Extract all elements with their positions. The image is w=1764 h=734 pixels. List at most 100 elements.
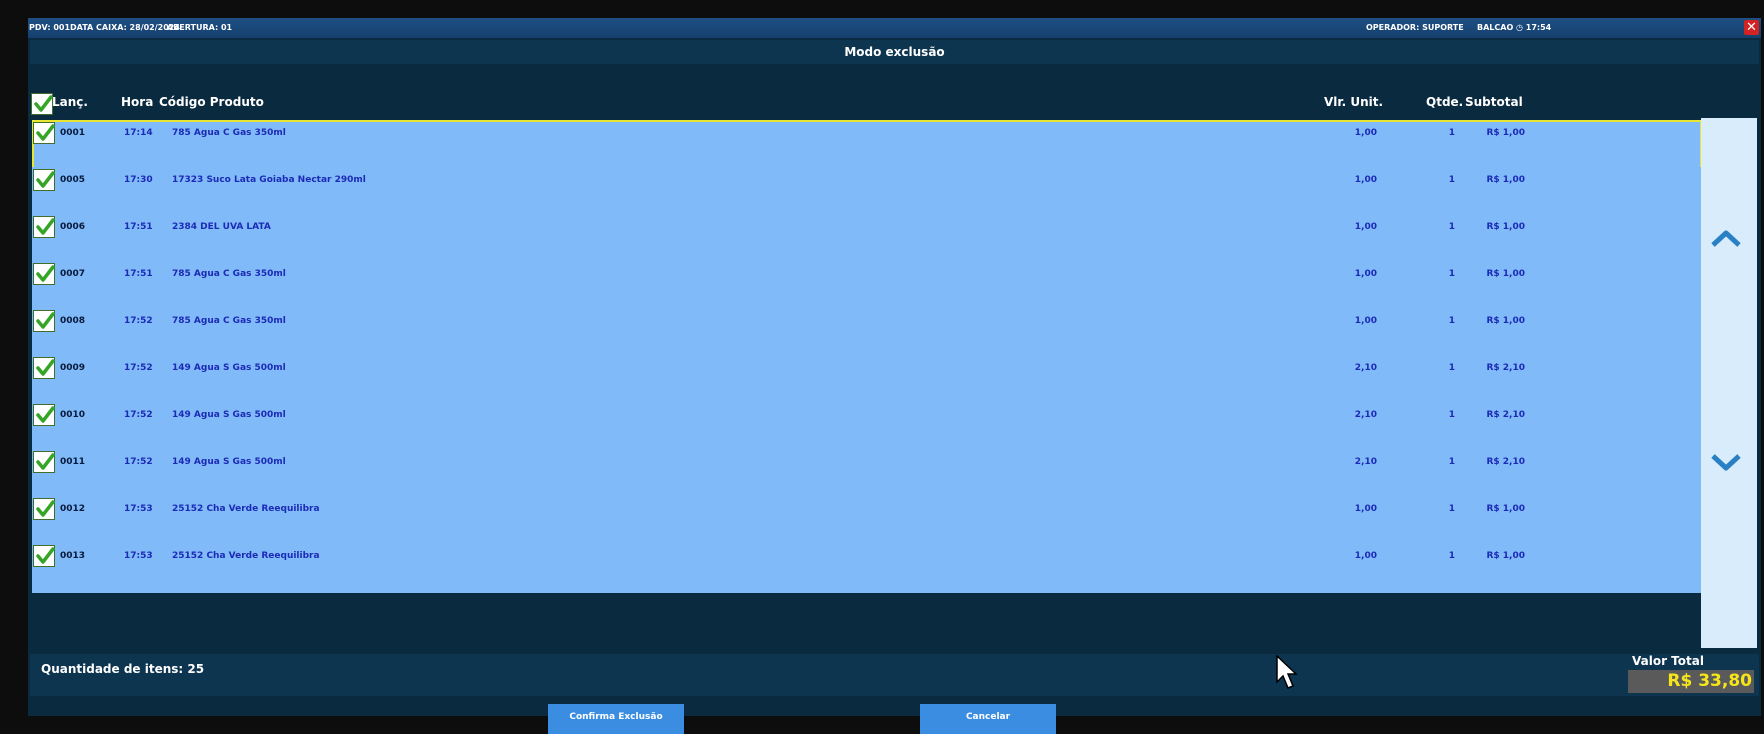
- row-checkbox[interactable]: [33, 310, 55, 332]
- scroll-down-icon[interactable]: [1710, 446, 1742, 478]
- table-row[interactable]: 0007 17:51 785 Agua C Gas 350ml 1,00 1 R$ 1,0…: [32, 261, 1702, 311]
- cell-sub: R$ 2,10: [1486, 410, 1525, 420]
- cell-sub: R$ 1,00: [1486, 269, 1525, 279]
- cell-hora: 17:52: [124, 316, 153, 326]
- cell-hora: 17:51: [124, 222, 153, 232]
- cell-lanc: 0010: [60, 410, 86, 420]
- cell-qtd: 1: [1448, 175, 1455, 185]
- footer-summary: Quantidade de itens: 25 Valor Total R$ 3…: [30, 654, 1759, 696]
- cell-codigo: 25152 Cha Verde Reequilibra: [172, 504, 320, 514]
- item-count: Quantidade de itens: 25: [41, 662, 205, 676]
- cell-codigo: 149 Agua S Gas 500ml: [172, 410, 286, 420]
- cell-qtd: 1: [1448, 363, 1455, 373]
- cell-vlr: 1,00: [1354, 175, 1377, 185]
- cell-hora: 17:52: [124, 410, 153, 420]
- cell-codigo: 785 Agua C Gas 350ml: [172, 316, 286, 326]
- cancel-button[interactable]: Cancelar: [920, 704, 1056, 734]
- table-row[interactable]: 0011 17:52 149 Agua S Gas 500ml 2,10 1 R$ 2,1…: [32, 449, 1702, 499]
- cell-codigo: 149 Agua S Gas 500ml: [172, 457, 286, 467]
- cell-vlr: 1,00: [1354, 128, 1377, 138]
- cell-codigo: 785 Agua C Gas 350ml: [172, 269, 286, 279]
- check-icon: [36, 171, 55, 188]
- table-row[interactable]: 0010 17:52 149 Agua S Gas 500ml 2,10 1 R$ 2,1…: [32, 402, 1702, 452]
- mouse-cursor-icon: [1276, 655, 1298, 689]
- check-icon: [36, 218, 55, 235]
- row-checkbox[interactable]: [33, 169, 55, 191]
- row-checkbox[interactable]: [33, 404, 55, 426]
- row-checkbox[interactable]: [33, 216, 55, 238]
- row-checkbox[interactable]: [33, 122, 55, 144]
- col-vlr-unit: Vlr. Unit.: [1324, 95, 1384, 109]
- exclusion-window: PDV: 001 DATA CAIXA: 28/02/2024 ABERTURA…: [28, 18, 1761, 734]
- table-row[interactable]: 0005 17:30 17323 Suco Lata Goiaba Nectar 2…: [32, 167, 1702, 217]
- cell-qtd: 1: [1448, 128, 1455, 138]
- cell-qtd: 1: [1448, 457, 1455, 467]
- cell-codigo: 25152 Cha Verde Reequilibra: [172, 551, 320, 561]
- cell-vlr: 1,00: [1354, 316, 1377, 326]
- cell-qtd: 1: [1448, 504, 1455, 514]
- total-label: Valor Total: [1632, 654, 1704, 668]
- cell-vlr: 2,10: [1354, 410, 1377, 420]
- row-checkbox[interactable]: [33, 498, 55, 520]
- pdv-label: PDV: 001: [29, 23, 71, 32]
- cell-lanc: 0013: [60, 551, 86, 561]
- cell-hora: 17:52: [124, 363, 153, 373]
- mode-title: Modo exclusão: [30, 40, 1759, 64]
- cell-sub: R$ 1,00: [1486, 128, 1525, 138]
- cell-vlr: 1,00: [1354, 504, 1377, 514]
- cell-qtd: 1: [1448, 269, 1455, 279]
- action-bar: Confirma Exclusão Cancelar: [28, 698, 1761, 734]
- cell-vlr: 1,00: [1354, 269, 1377, 279]
- check-icon: [36, 500, 55, 517]
- cell-lanc: 0007: [60, 269, 86, 279]
- check-icon: [36, 265, 55, 282]
- cell-sub: R$ 1,00: [1486, 222, 1525, 232]
- table-row[interactable]: 0001 17:14 785 Agua C Gas 350ml 1,00 1 R$ 1,0…: [32, 120, 1702, 170]
- row-checkbox[interactable]: [33, 451, 55, 473]
- table-row[interactable]: 0008 17:52 785 Agua C Gas 350ml 1,00 1 R$ 1,0…: [32, 308, 1702, 358]
- cell-hora: 17:52: [124, 457, 153, 467]
- cell-sub: R$ 1,00: [1486, 175, 1525, 185]
- table-row[interactable]: 0009 17:52 149 Agua S Gas 500ml 2,10 1 R$ 2,1…: [32, 355, 1702, 405]
- row-checkbox[interactable]: [33, 545, 55, 567]
- cell-sub: R$ 1,00: [1486, 551, 1525, 561]
- cell-qtd: 1: [1448, 222, 1455, 232]
- table-row[interactable]: 0006 17:51 2384 DEL UVA LATA 1,00 1 R$ 1,00: [32, 214, 1702, 264]
- cell-hora: 17:30: [124, 175, 153, 185]
- cell-codigo: 17323 Suco Lata Goiaba Nectar 290ml: [172, 175, 366, 185]
- cell-sub: R$ 1,00: [1486, 316, 1525, 326]
- cell-vlr: 1,00: [1354, 551, 1377, 561]
- cell-codigo: 2384 DEL UVA LATA: [172, 222, 271, 232]
- col-subtotal: Subtotal: [1465, 95, 1523, 109]
- check-icon: [36, 359, 55, 376]
- cell-qtd: 1: [1448, 410, 1455, 420]
- cell-hora: 17:53: [124, 504, 153, 514]
- row-checkbox[interactable]: [33, 263, 55, 285]
- cell-sub: R$ 2,10: [1486, 457, 1525, 467]
- cell-hora: 17:53: [124, 551, 153, 561]
- operador-label: OPERADOR: SUPORTE: [1366, 23, 1464, 32]
- status-bar: PDV: 001 DATA CAIXA: 28/02/2024 ABERTURA…: [28, 18, 1761, 38]
- table-row[interactable]: 0012 17:53 25152 Cha Verde Reequilibra 1,00…: [32, 496, 1702, 546]
- select-all-checkbox[interactable]: [31, 93, 53, 115]
- cell-vlr: 1,00: [1354, 222, 1377, 232]
- scroll-up-icon[interactable]: [1710, 223, 1742, 255]
- row-checkbox[interactable]: [33, 357, 55, 379]
- cell-qtd: 1: [1448, 551, 1455, 561]
- table-row[interactable]: 0013 17:53 25152 Cha Verde Reequilibra 1,00…: [32, 543, 1702, 593]
- cell-lanc: 0008: [60, 316, 86, 326]
- check-icon: [36, 312, 55, 329]
- close-icon[interactable]: ✕: [1744, 20, 1759, 35]
- total-value: R$ 33,80: [1628, 670, 1754, 693]
- cell-codigo: 785 Agua C Gas 350ml: [172, 128, 286, 138]
- data-caixa-label: DATA CAIXA: 28/02/2024: [70, 23, 180, 32]
- cell-vlr: 2,10: [1354, 457, 1377, 467]
- clock-label: ◷ 17:54: [1516, 23, 1552, 32]
- confirm-delete-button[interactable]: Confirma Exclusão: [548, 704, 684, 734]
- table-header: Lanç. Hora Código Produto Vlr. Unit. Qtd…: [30, 68, 1759, 118]
- col-hora: Hora: [121, 95, 154, 109]
- abertura-label: ABERTURA: 01: [167, 23, 233, 32]
- check-icon: [34, 95, 53, 112]
- col-qtde: Qtde.: [1426, 95, 1464, 109]
- check-icon: [36, 406, 55, 423]
